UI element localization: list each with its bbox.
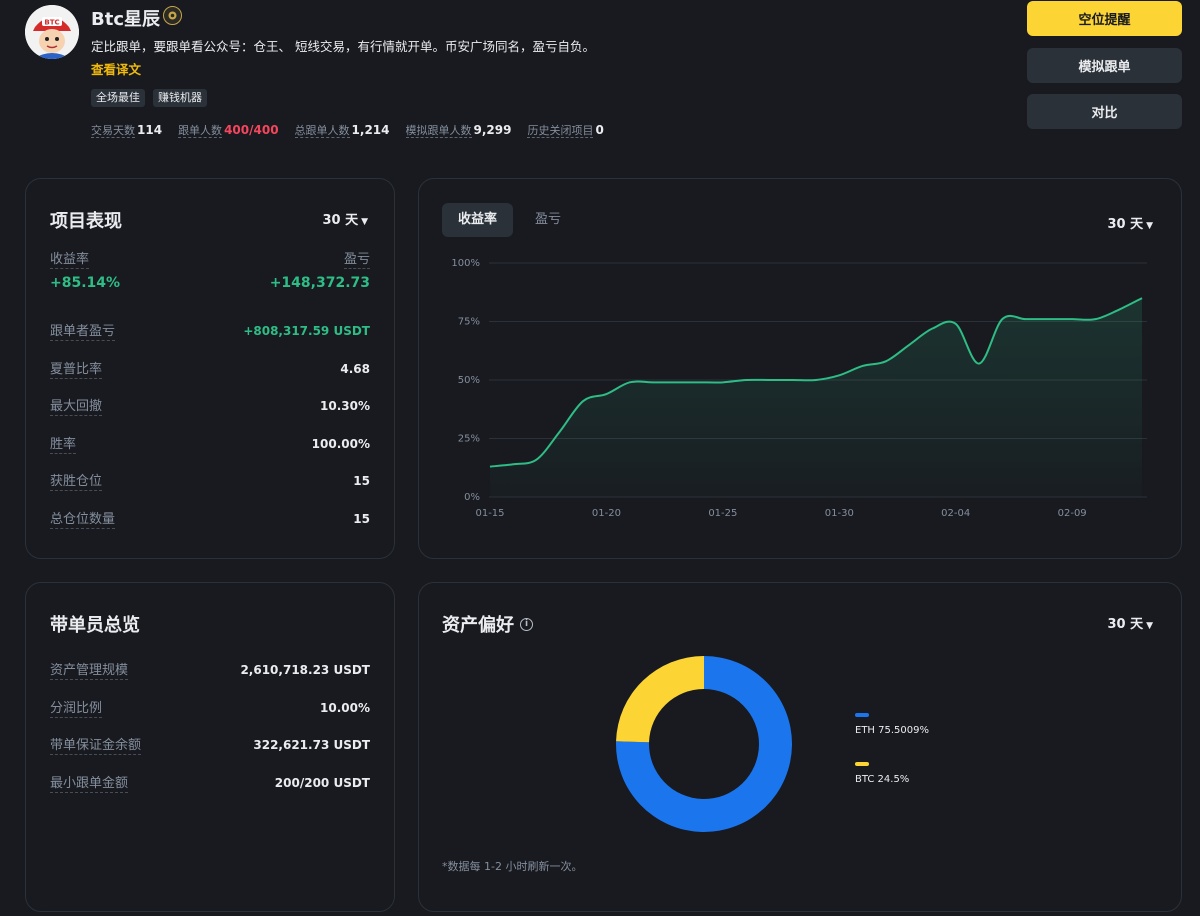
roi-value: +85.14% (50, 275, 121, 291)
compare-button[interactable]: 对比 (1027, 94, 1182, 129)
roi-line-chart: 0% 25% 50% 75% 100% 01-15 01-20 01-25 01-30 02-04… (451, 258, 1147, 519)
pnl-value: +148,372.73 (269, 275, 370, 291)
y-tick-label: 0% (464, 492, 480, 503)
donut-slice-btc (616, 656, 704, 743)
overview-row-min-copy: 最小跟单金额 200/200 USDT (50, 772, 370, 793)
perf-row-copier-pnl: 跟单者盈亏 +808,317.59 USDT (50, 320, 370, 341)
perf-row-winrate: 胜率 100.00% (50, 433, 370, 454)
performance-period-select[interactable]: 30 天 ▼ (322, 209, 368, 228)
avatar-cap-text: BTC (44, 19, 59, 27)
performance-title: 项目表现 (50, 211, 122, 232)
vacancy-alert-button[interactable]: 空位提醒 (1027, 1, 1182, 36)
perf-row-win-positions: 获胜仓位 15 (50, 470, 370, 491)
perf-row-total-positions: 总仓位数量 15 (50, 508, 370, 529)
perf-row-sharpe: 夏普比率 4.68 (50, 358, 370, 379)
tag-money-machine: 赚钱机器 (153, 89, 207, 107)
y-tick-label: 25% (458, 434, 480, 445)
caret-down-icon: ▼ (361, 217, 368, 227)
asset-period-select[interactable]: 30 天 ▼ (1107, 613, 1153, 632)
caret-down-icon: ▼ (1146, 621, 1153, 631)
avatar[interactable]: BTC (25, 5, 79, 59)
x-tick-label: 02-09 (1058, 508, 1087, 519)
legend-swatch-btc (855, 762, 869, 766)
trader-stats: 交易天数 114 跟单人数 400/400 总跟单人数 1,214 模拟跟单人数 9,2… (91, 122, 604, 138)
info-icon[interactable]: i (520, 617, 533, 631)
y-tick-label: 50% (458, 375, 480, 386)
y-tick-label: 100% (451, 258, 480, 269)
x-tick-label: 02-04 (941, 508, 970, 519)
stat-trading-days: 交易天数 114 (91, 123, 163, 138)
pnl-label: 盈亏 (343, 248, 370, 269)
overview-row-aum: 资产管理规模 2,610,718.23 USDT (50, 659, 370, 680)
perf-row-mdd: 最大回撤 10.30% (50, 395, 370, 416)
overview-row-profit-share: 分润比例 10.00% (50, 697, 370, 718)
overview-row-margin-balance: 带单保证金余额 322,621.73 USDT (50, 734, 370, 755)
view-translation-link[interactable]: 查看译文 (91, 59, 141, 78)
stat-total-copiers: 总跟单人数 1,214 (294, 123, 390, 138)
verified-badge-icon (163, 6, 182, 25)
roi-label: 收益率 (50, 248, 90, 269)
stat-copiers: 跟单人数 400/400 (178, 123, 279, 138)
y-tick-label: 75% (458, 317, 480, 328)
trader-name: Btc星辰 (91, 9, 160, 30)
x-tick-label: 01-15 (475, 508, 504, 519)
x-tick-label: 01-20 (592, 508, 621, 519)
legend-swatch-eth (855, 713, 869, 717)
trader-bio: 定比跟单，要跟单看公众号：仓王、 短线交易，有行情就开单。币安广场同名，盈亏自负… (91, 39, 595, 54)
x-tick-label: 01-30 (825, 508, 854, 519)
overview-title: 带单员总览 (50, 615, 140, 636)
lead-trader-overview-panel: 带单员总览 资产管理规模 2,610,718.23 USDT 分润比例 10.0… (25, 582, 395, 912)
mock-copy-button[interactable]: 模拟跟单 (1027, 48, 1182, 83)
x-tick-label: 01-25 (708, 508, 737, 519)
performance-panel: 项目表现 30 天 ▼ 收益率 盈亏 +85.14% +148,372.73 跟单… (25, 178, 395, 559)
asset-preference-panel: 资产偏好 i 30 天 ▼ ETH 75.5009% BTC 24.5% *数据每 … (418, 582, 1182, 912)
asset-donut-chart (616, 656, 792, 832)
asset-preference-title: 资产偏好 i (442, 611, 533, 637)
tag-best-overall: 全场最佳 (91, 89, 145, 107)
stat-mock-copiers: 模拟跟单人数 9,299 (405, 123, 512, 138)
legend-btc: BTC 24.5% (855, 762, 909, 785)
stat-closed-portfolios: 历史关闭项目 0 (527, 123, 604, 138)
roi-chart-panel: 收益率 盈亏 30 天 ▼ 0% 25% 50% 75% 100% 01-15 01-20 01… (418, 178, 1182, 559)
refresh-footnote: *数据每 1-2 小时刷新一次。 (442, 860, 583, 873)
legend-eth: ETH 75.5009% (855, 713, 929, 736)
